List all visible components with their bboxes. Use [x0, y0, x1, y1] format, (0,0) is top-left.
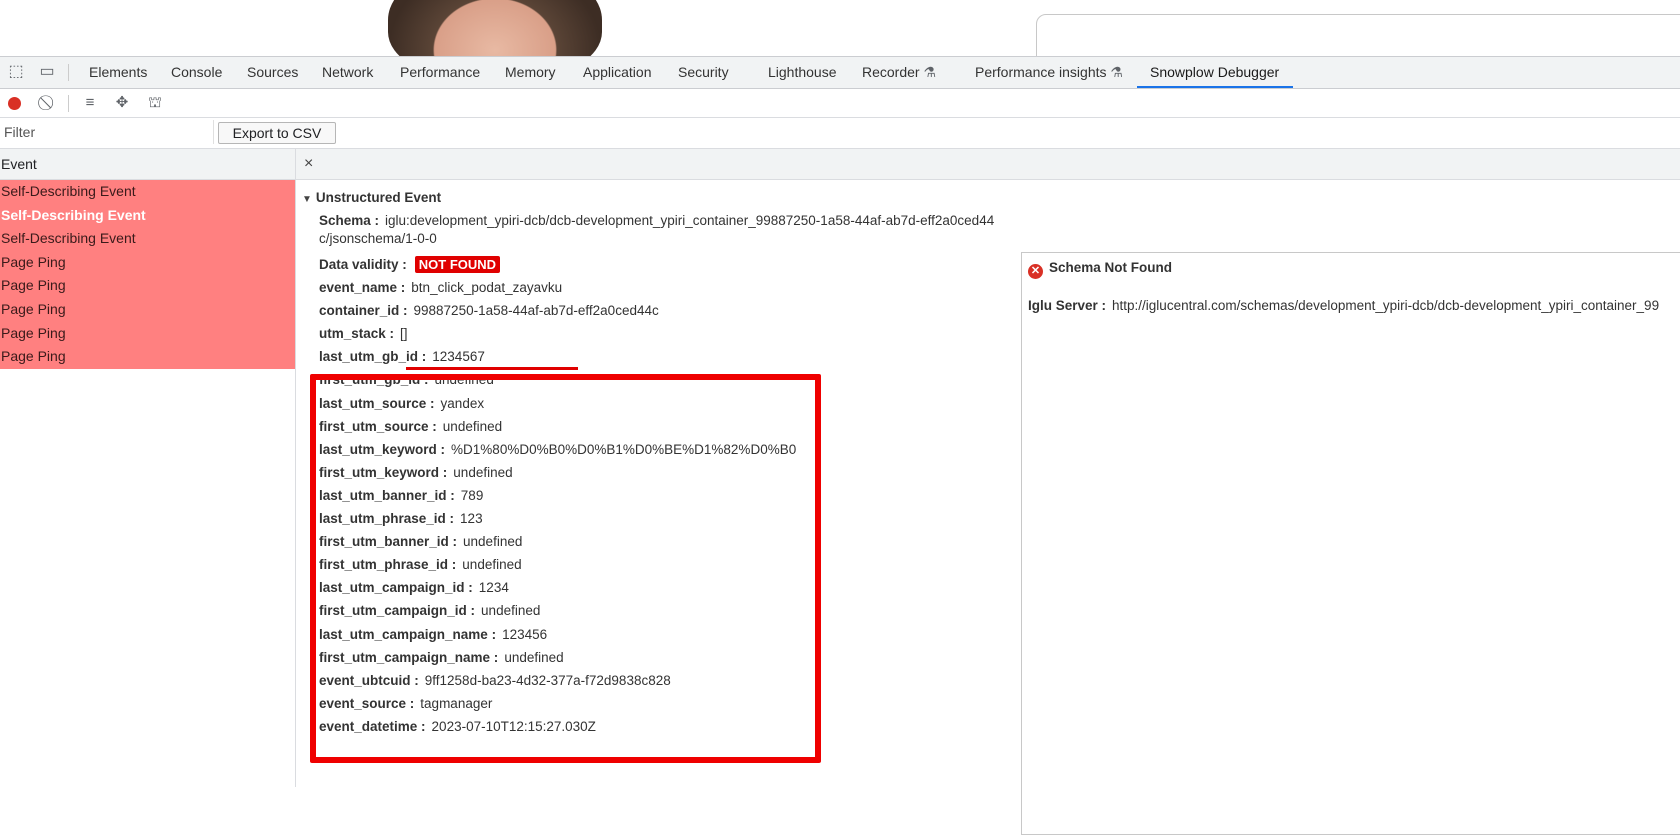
- tab-performance-insights-label: Performance insights: [975, 64, 1107, 80]
- field-row: event_name : btn_click_podat_zayavku: [319, 280, 562, 295]
- highlight-underline: [406, 367, 578, 370]
- move-icon[interactable]: ✥: [113, 94, 131, 112]
- filter-input[interactable]: [0, 120, 214, 144]
- close-icon[interactable]: ×: [304, 149, 313, 179]
- tab-sources[interactable]: Sources: [247, 57, 298, 88]
- event-list: Self-Describing Event Self-Describing Ev…: [0, 180, 296, 787]
- field-value: 1234567: [432, 349, 485, 365]
- tab-console[interactable]: Console: [171, 57, 222, 88]
- flask-icon: ⚗: [923, 64, 937, 80]
- person-photo: [388, 0, 602, 56]
- tab-performance[interactable]: Performance: [400, 57, 480, 88]
- event-header-label: Event: [1, 156, 37, 172]
- field-value: http://iglucentral.com/schemas/developme…: [1112, 298, 1660, 313]
- schema-error-title: ✕ Schema Not Found: [1028, 260, 1172, 279]
- field-value: iglu:development_ypiri-dcb/dcb-developme…: [385, 213, 995, 228]
- website-background: [0, 0, 1680, 56]
- devtools-panel: ⬚ ▭ Elements Console Sources Network Per…: [0, 56, 1680, 835]
- tab-snowplow-debugger[interactable]: Snowplow Debugger: [1137, 57, 1294, 88]
- list-item[interactable]: Page Ping: [0, 250, 295, 275]
- triangle-down-icon: ▼: [302, 194, 312, 205]
- devtools-tab-bar: ⬚ ▭ Elements Console Sources Network Per…: [0, 57, 1680, 89]
- tab-recorder-label: Recorder: [862, 64, 920, 80]
- network-icon[interactable]: ⛫: [146, 94, 164, 112]
- clear-icon[interactable]: ⃠: [40, 94, 58, 112]
- divider: [68, 64, 69, 81]
- list-item[interactable]: Page Ping: [0, 274, 295, 298]
- list-item[interactable]: Page Ping: [0, 297, 295, 322]
- error-icon: ✕: [1028, 264, 1043, 279]
- filter-bar: Export to CSV: [0, 118, 1680, 149]
- tab-security[interactable]: Security: [678, 57, 729, 88]
- list-item[interactable]: Page Ping: [0, 321, 295, 346]
- detail-header: ×: [296, 149, 1680, 180]
- divider: [68, 95, 69, 112]
- schema-error-label: Schema Not Found: [1049, 260, 1173, 275]
- tab-elements[interactable]: Elements: [89, 57, 147, 88]
- field-row: container_id : 99887250-1a58-44af-ab7d-ef…: [319, 303, 659, 318]
- inspect-element-icon[interactable]: ⬚: [7, 63, 25, 81]
- field-key: Schema :: [319, 213, 380, 228]
- field-row: last_utm_gb_id : 1234567: [319, 349, 485, 364]
- list-item[interactable]: Self-Describing Event: [0, 180, 295, 204]
- tab-network[interactable]: Network: [322, 57, 373, 88]
- schema-panel: ✕ Schema Not Found Iglu Server : http://ig…: [1021, 252, 1680, 835]
- debugger-toolbar: ⃠ ≡ ✥ ⛫: [0, 89, 1680, 118]
- tab-memory[interactable]: Memory: [505, 57, 556, 88]
- record-icon[interactable]: [8, 97, 21, 110]
- tab-recorder[interactable]: Recorder ⚗: [862, 57, 936, 88]
- section-toggle[interactable]: ▼ Unstructured Event: [302, 190, 441, 205]
- list-item[interactable]: Self-Describing Event: [0, 203, 295, 228]
- list-item[interactable]: Page Ping: [0, 345, 295, 369]
- field-key: utm_stack :: [319, 326, 395, 342]
- field-value: 99887250-1a58-44af-ab7d-eff2a0ced44c: [413, 303, 659, 319]
- schema-value-continued: c/jsonschema/1-0-0: [319, 231, 437, 246]
- field-value: btn_click_podat_zayavku: [411, 280, 563, 295]
- field-key: container_id :: [319, 303, 408, 319]
- field-key: last_utm_gb_id :: [319, 349, 427, 365]
- flask-icon: ⚗: [1110, 64, 1123, 80]
- export-csv-button[interactable]: Export to CSV: [218, 122, 336, 144]
- field-key: Iglu Server :: [1028, 298, 1107, 313]
- field-row: utm_stack : []: [319, 326, 408, 341]
- list-item[interactable]: Self-Describing Event: [0, 227, 295, 251]
- highlight-box: [310, 374, 821, 763]
- schema-row: Schema : iglu:development_ypiri-dcb/dcb-d…: [319, 213, 994, 228]
- tab-performance-insights[interactable]: Performance insights ⚗: [975, 57, 1123, 88]
- website-card: [1036, 14, 1680, 56]
- field-key: event_name :: [319, 280, 406, 295]
- iglu-server-row: Iglu Server : http://iglucentral.com/sche…: [1028, 298, 1659, 313]
- event-column-header: Event: [0, 149, 296, 180]
- tab-application[interactable]: Application: [583, 57, 652, 88]
- validity-row: Data validity : NOT FOUND: [319, 256, 501, 273]
- device-toolbar-icon[interactable]: ▭: [38, 63, 56, 81]
- wrap-lines-icon[interactable]: ≡: [81, 94, 99, 112]
- section-title: Unstructured Event: [315, 190, 442, 205]
- status-badge: NOT FOUND: [414, 256, 501, 273]
- field-key: Data validity :: [319, 257, 407, 272]
- tab-lighthouse[interactable]: Lighthouse: [768, 57, 837, 88]
- field-value: []: [400, 326, 408, 342]
